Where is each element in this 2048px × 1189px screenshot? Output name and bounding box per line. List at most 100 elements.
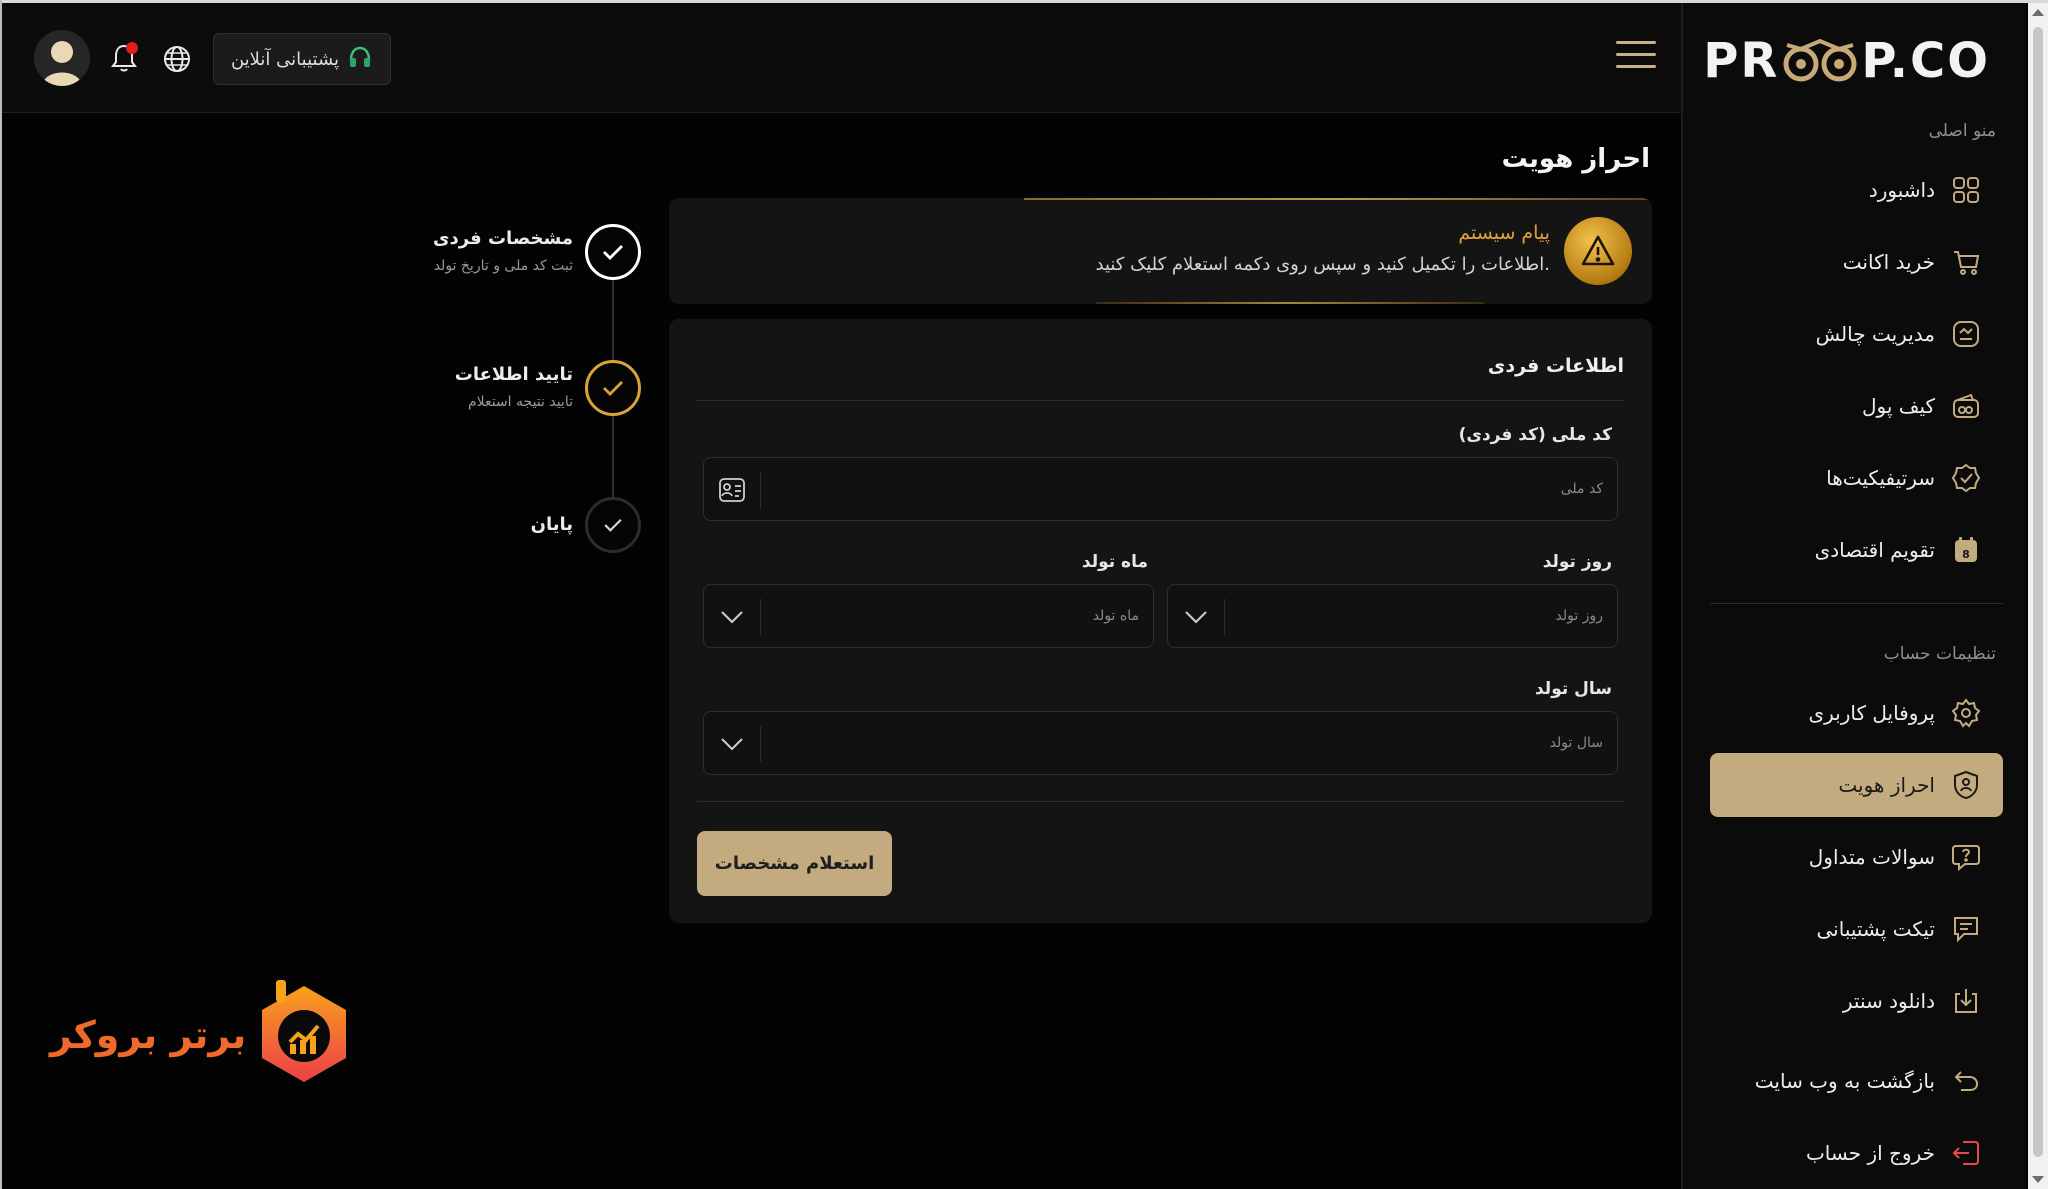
sidebar-item-support-ticket[interactable]: تیکت پشتیبانی	[1710, 897, 2003, 961]
sidebar-item-back-to-website[interactable]: بازگشت به وب سایت	[1710, 1049, 2003, 1113]
scroll-down-arrow-icon[interactable]	[2032, 1176, 2044, 1183]
sidebar-item-label: تیکت پشتیبانی	[1816, 917, 1936, 941]
personal-info-form: اطلاعات فردی کد ملی (کد فردی) کد ملی روز…	[669, 319, 1652, 923]
birth-month-select[interactable]: ماه تولد	[703, 584, 1154, 648]
logo-text-right: P.CO	[1861, 33, 1990, 89]
panel-accent-line	[1024, 198, 1649, 200]
menu-divider	[1710, 603, 2003, 604]
top-bar: پشتیبانی آنلاین	[2, 3, 1681, 113]
chevron-down-icon	[716, 601, 748, 633]
question-icon	[1949, 840, 1983, 874]
window-left-edge	[0, 0, 2, 1189]
sidebar-item-download-center[interactable]: دانلود سنتر	[1710, 969, 2003, 1033]
sidebar: PR P.CO منو اصلی داشبورد خرید اکانت مدیر…	[1681, 3, 2026, 1189]
ticket-icon	[1949, 912, 1983, 946]
sidebar-item-wallet[interactable]: کیف پول	[1710, 374, 2003, 438]
check-icon	[604, 519, 622, 532]
sidebar-item-label: احراز هویت	[1838, 773, 1935, 797]
birth-month-label: ماه تولد	[1081, 552, 1148, 572]
sidebar-item-challenge-management[interactable]: مدیریت چالش	[1710, 302, 2003, 366]
sidebar-item-logout[interactable]: خروج از حساب	[1710, 1121, 2003, 1185]
grid-icon	[1949, 173, 1983, 207]
chevron-down-icon	[1180, 601, 1212, 633]
logo-owl-eyes-icon	[1783, 37, 1857, 85]
return-icon	[1949, 1064, 1983, 1098]
avatar[interactable]	[34, 30, 90, 86]
hamburger-menu-icon[interactable]	[1616, 41, 1656, 75]
logout-icon	[1949, 1136, 1983, 1170]
page-scrollbar[interactable]	[2028, 3, 2048, 1189]
sidebar-item-label: سوالات متداول	[1808, 845, 1935, 869]
system-message-text: اطلاعات را تکمیل کنید و سپس روی دکمه است…	[1095, 254, 1551, 275]
birth-year-select[interactable]: سال تولد	[703, 711, 1618, 775]
step-3-circle	[585, 497, 641, 553]
logo-text-left: PR	[1703, 33, 1780, 89]
cart-icon	[1949, 245, 1983, 279]
user-silhouette-icon	[42, 41, 82, 86]
broker-logo-icon	[262, 980, 347, 1082]
sidebar-item-label: داشبورد	[1868, 178, 1935, 202]
sidebar-item-label: دانلود سنتر	[1842, 989, 1935, 1013]
warning-icon	[1564, 217, 1632, 285]
step-1-circle	[585, 224, 641, 280]
step-2-title: تایید اطلاعات	[454, 364, 573, 385]
sidebar-item-label: خروج از حساب	[1805, 1141, 1935, 1165]
form-divider	[697, 801, 1624, 802]
menu-section-main: منو اصلی	[1928, 121, 1996, 141]
birth-day-placeholder: روز تولد	[1555, 608, 1603, 624]
language-globe-icon[interactable]	[162, 44, 192, 74]
sidebar-item-label: پروفایل کاربری	[1808, 701, 1935, 725]
svg-text:8: 8	[1962, 548, 1970, 561]
system-message-title: پیام سیستم	[1458, 222, 1550, 244]
online-support-button[interactable]: پشتیبانی آنلاین	[213, 33, 391, 85]
field-separator	[760, 726, 761, 762]
gear-icon	[1949, 696, 1983, 730]
birth-year-placeholder: سال تولد	[1549, 735, 1603, 751]
field-separator	[760, 472, 761, 508]
sidebar-item-certificates[interactable]: سرتیفیکیت‌ها	[1710, 446, 2003, 510]
sidebar-item-label: بازگشت به وب سایت	[1754, 1069, 1935, 1093]
sidebar-item-economic-calendar[interactable]: 8 تقویم اقتصادی	[1710, 518, 2003, 582]
system-message-panel: پیام سیستم اطلاعات را تکمیل کنید و سپس ر…	[669, 198, 1652, 304]
notification-bell-icon[interactable]	[108, 42, 140, 74]
wallet-icon	[1949, 389, 1983, 423]
national-code-placeholder: کد ملی	[1560, 481, 1603, 497]
step-1-title: مشخصات فردی	[432, 228, 573, 249]
notification-dot	[126, 42, 138, 54]
sidebar-item-faq[interactable]: سوالات متداول	[1710, 825, 2003, 889]
sidebar-item-user-profile[interactable]: پروفایل کاربری	[1710, 681, 2003, 745]
birth-day-select[interactable]: روز تولد	[1167, 584, 1618, 648]
form-title: اطلاعات فردی	[1487, 355, 1624, 377]
sidebar-item-identity-verification[interactable]: احراز هویت	[1710, 753, 2003, 817]
brand-logo[interactable]: PR P.CO	[1703, 31, 1990, 91]
id-card-icon	[716, 474, 748, 506]
download-icon	[1949, 984, 1983, 1018]
field-separator	[1224, 599, 1225, 635]
sidebar-item-label: مدیریت چالش	[1815, 322, 1935, 346]
panel-accent-line	[1096, 302, 1484, 304]
check-icon	[603, 245, 623, 260]
sidebar-item-label: سرتیفیکیت‌ها	[1826, 466, 1935, 490]
online-support-label: پشتیبانی آنلاین	[230, 48, 340, 70]
sidebar-item-label: تقویم اقتصادی	[1814, 538, 1935, 562]
form-divider	[697, 400, 1624, 401]
scroll-up-arrow-icon[interactable]	[2032, 9, 2044, 16]
badge-check-icon	[1949, 461, 1983, 495]
check-icon	[603, 381, 623, 396]
national-code-input[interactable]: کد ملی	[703, 457, 1618, 521]
sidebar-item-buy-account[interactable]: خرید اکانت	[1710, 230, 2003, 294]
step-2-circle	[585, 360, 641, 416]
step-1-subtitle: ثبت کد ملی و تاریخ تولد	[433, 258, 573, 274]
headset-icon	[347, 44, 373, 74]
step-3-title: پایان	[530, 514, 573, 535]
step-2-subtitle: تایید نتیجه استعلام	[467, 394, 573, 410]
sidebar-item-label: خرید اکانت	[1842, 250, 1935, 274]
watermark-text: برتر بروکر	[50, 1013, 247, 1057]
inquiry-submit-button[interactable]: استعلام مشخصات	[697, 831, 892, 896]
birth-year-label: سال تولد	[1534, 679, 1612, 699]
national-code-label: کد ملی (کد فردی)	[1458, 425, 1612, 445]
scrollbar-thumb[interactable]	[2033, 27, 2043, 1157]
sidebar-item-dashboard[interactable]: داشبورد	[1710, 158, 2003, 222]
sidebar-item-label: کیف پول	[1861, 394, 1935, 418]
challenge-icon	[1949, 317, 1983, 351]
